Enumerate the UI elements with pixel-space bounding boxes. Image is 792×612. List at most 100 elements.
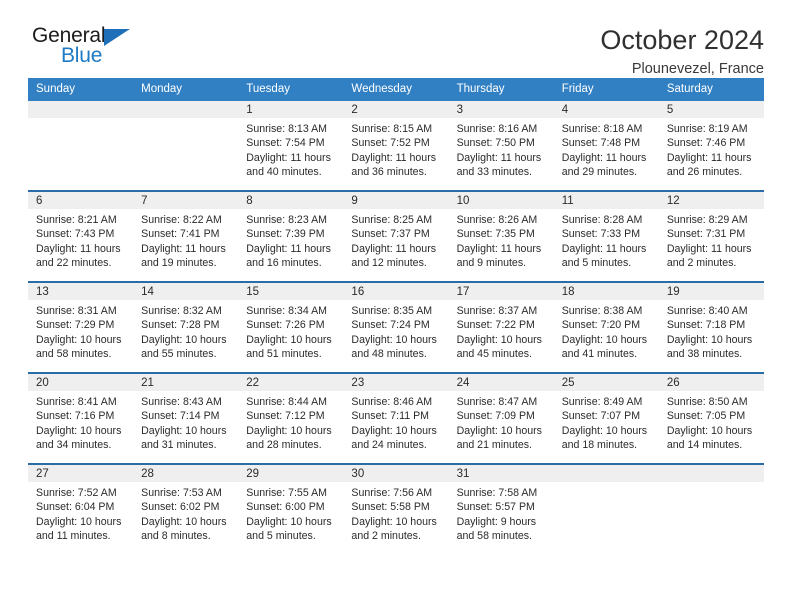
- calendar-day-cell[interactable]: 29 Sunrise: 7:55 AM Sunset: 6:00 PM Dayligh…: [238, 465, 344, 554]
- calendar-day-cell[interactable]: 3 Sunrise: 8:16 AM Sunset: 7:50 PM Daylight…: [448, 101, 554, 190]
- day-info-line: Sunrise: 7:52 AM: [36, 487, 117, 499]
- calendar-day-cell[interactable]: 12 Sunrise: 8:29 AM Sunset: 7:31 PM Dayligh…: [658, 192, 764, 281]
- day-info-line: Sunrise: 7:56 AM: [351, 487, 433, 499]
- day-info-line: Sunrise: 8:22 AM: [141, 214, 222, 226]
- calendar-day-cell[interactable]: 30 Sunrise: 7:56 AM Sunset: 5:58 PM Dayligh…: [343, 465, 449, 554]
- calendar-day-cell[interactable]: 16 Sunrise: 8:35 AM Sunset: 7:24 PM Dayligh…: [343, 283, 449, 372]
- day-number: 24: [448, 374, 554, 391]
- calendar-day-cell[interactable]: 19 Sunrise: 8:40 AM Sunset: 7:18 PM Dayligh…: [658, 283, 764, 372]
- day-info-line: Daylight: 11 hours: [456, 151, 542, 164]
- day-sun-info: Sunrise: 8:34 AM Sunset: 7:26 PM Daylight:…: [238, 300, 343, 362]
- day-info-line: Sunset: 7:05 PM: [666, 410, 746, 423]
- calendar-day-cell[interactable]: 2 Sunrise: 8:15 AM Sunset: 7:52 PM Daylight…: [343, 101, 449, 190]
- day-info-line: Daylight: 10 hours: [666, 424, 753, 437]
- calendar-day-cell[interactable]: 27 Sunrise: 7:52 AM Sunset: 6:04 PM Dayligh…: [28, 465, 134, 554]
- calendar-day-cell[interactable]: 21 Sunrise: 8:43 AM Sunset: 7:14 PM Dayligh…: [133, 374, 239, 463]
- calendar-day-cell[interactable]: 6 Sunrise: 8:21 AM Sunset: 7:43 PM Daylight…: [28, 192, 134, 281]
- location-subtitle: Plounevezel, France: [631, 61, 764, 78]
- day-sun-info: Sunrise: 7:55 AM Sunset: 6:00 PM Daylight:…: [238, 482, 343, 544]
- day-sun-info: Sunrise: 7:52 AM Sunset: 6:04 PM Daylight:…: [28, 482, 133, 544]
- day-info-line: Sunset: 5:57 PM: [456, 501, 535, 514]
- day-info-line: Daylight: 10 hours: [351, 515, 437, 528]
- day-number: 12: [658, 192, 764, 209]
- calendar-day-cell[interactable]: 28 Sunrise: 7:53 AM Sunset: 6:02 PM Dayligh…: [133, 465, 239, 554]
- day-info-line: Daylight: 11 hours: [246, 151, 331, 164]
- day-info-line: Daylight: 10 hours: [351, 424, 437, 437]
- calendar-day-cell[interactable]: 23 Sunrise: 8:46 AM Sunset: 7:11 PM Dayligh…: [343, 374, 449, 463]
- calendar-day-cell[interactable]: 17 Sunrise: 8:37 AM Sunset: 7:22 PM Dayligh…: [448, 283, 554, 372]
- calendar-day-cell[interactable]: 11 Sunrise: 8:28 AM Sunset: 7:33 PM Dayligh…: [553, 192, 659, 281]
- calendar-day-cell[interactable]: 8 Sunrise: 8:23 AM Sunset: 7:39 PM Daylight…: [238, 192, 344, 281]
- day-info-line: Sunset: 6:04 PM: [36, 501, 115, 514]
- day-info-line: Daylight: 10 hours: [36, 424, 122, 437]
- day-info-line: and 12 minutes.: [351, 257, 427, 270]
- calendar-day-cell[interactable]: 14 Sunrise: 8:32 AM Sunset: 7:28 PM Dayligh…: [133, 283, 239, 372]
- day-info-line: Sunset: 7:18 PM: [666, 319, 746, 332]
- day-sun-info: Sunrise: 8:19 AM Sunset: 7:46 PM Daylight:…: [659, 118, 764, 180]
- day-number: 11: [553, 192, 659, 209]
- day-info-line: Sunset: 7:28 PM: [141, 319, 220, 332]
- day-info-line: and 28 minutes.: [246, 439, 322, 452]
- day-info-line: and 11 minutes.: [36, 530, 111, 543]
- day-info-line: and 33 minutes.: [456, 166, 532, 179]
- day-info-line: Daylight: 10 hours: [351, 333, 437, 346]
- calendar-day-cell[interactable]: 4 Sunrise: 8:18 AM Sunset: 7:48 PM Daylight…: [553, 101, 659, 190]
- day-info-line: Sunrise: 8:13 AM: [246, 123, 327, 135]
- day-info-line: Sunrise: 8:31 AM: [36, 305, 117, 317]
- day-sun-info: Sunrise: 8:38 AM Sunset: 7:20 PM Daylight:…: [554, 300, 659, 362]
- calendar-day-cell[interactable]: 10 Sunrise: 8:26 AM Sunset: 7:35 PM Dayligh…: [448, 192, 554, 281]
- day-info-line: Daylight: 10 hours: [456, 424, 542, 437]
- day-sun-info: Sunrise: 8:46 AM Sunset: 7:11 PM Daylight:…: [343, 391, 448, 453]
- day-sun-info: Sunrise: 8:21 AM Sunset: 7:43 PM Daylight:…: [28, 209, 133, 271]
- day-info-line: Sunset: 6:00 PM: [246, 501, 325, 514]
- page-header: General Blue October 2024 Plounevezel, F…: [28, 0, 764, 78]
- day-info-line: Sunrise: 8:25 AM: [351, 214, 433, 226]
- day-info-line: Sunset: 5:58 PM: [351, 501, 430, 514]
- calendar-day-cell[interactable]: 5 Sunrise: 8:19 AM Sunset: 7:46 PM Daylight…: [658, 101, 764, 190]
- day-info-line: Sunrise: 8:46 AM: [351, 396, 433, 408]
- day-sun-info: Sunrise: 7:53 AM Sunset: 6:02 PM Daylight:…: [133, 482, 238, 544]
- calendar-day-cell[interactable]: 26 Sunrise: 8:50 AM Sunset: 7:05 PM Dayligh…: [658, 374, 764, 463]
- day-number: 15: [238, 283, 344, 300]
- title-block: October 2024 Plounevezel, France: [600, 24, 764, 78]
- calendar-day-cell[interactable]: 7 Sunrise: 8:22 AM Sunset: 7:41 PM Daylight…: [133, 192, 239, 281]
- day-sun-info: Sunrise: 8:35 AM Sunset: 7:24 PM Daylight:…: [343, 300, 448, 362]
- day-info-line: and 2 minutes.: [666, 257, 737, 270]
- day-number: 29: [238, 465, 344, 482]
- day-info-line: Sunrise: 8:47 AM: [456, 396, 538, 408]
- day-info-line: Sunrise: 8:26 AM: [456, 214, 538, 226]
- day-info-line: Sunrise: 8:37 AM: [456, 305, 538, 317]
- calendar-day-cell[interactable]: 9 Sunrise: 8:25 AM Sunset: 7:37 PM Daylight…: [343, 192, 449, 281]
- day-info-line: Sunrise: 8:34 AM: [246, 305, 327, 317]
- day-sun-info: [554, 482, 659, 486]
- calendar-day-cell[interactable]: 18 Sunrise: 8:38 AM Sunset: 7:20 PM Dayligh…: [553, 283, 659, 372]
- day-info-line: and 24 minutes.: [351, 439, 427, 452]
- day-number: 5: [658, 101, 764, 118]
- calendar-day-cell[interactable]: 15 Sunrise: 8:34 AM Sunset: 7:26 PM Dayligh…: [238, 283, 344, 372]
- day-sun-info: Sunrise: 8:26 AM Sunset: 7:35 PM Daylight:…: [449, 209, 554, 271]
- day-number: 23: [343, 374, 449, 391]
- calendar-day-cell-empty: [28, 101, 134, 190]
- day-info-line: and 29 minutes.: [561, 166, 638, 179]
- calendar-day-cell[interactable]: 13 Sunrise: 8:31 AM Sunset: 7:29 PM Dayligh…: [28, 283, 134, 372]
- day-sun-info: Sunrise: 8:28 AM Sunset: 7:33 PM Daylight:…: [554, 209, 659, 271]
- day-info-line: Sunset: 7:46 PM: [666, 137, 746, 150]
- day-info-line: Sunrise: 8:50 AM: [666, 396, 748, 408]
- day-info-line: Sunset: 7:22 PM: [456, 319, 535, 332]
- calendar-day-cell[interactable]: 31 Sunrise: 7:58 AM Sunset: 5:57 PM Dayligh…: [448, 465, 554, 554]
- day-info-line: Sunset: 7:31 PM: [666, 228, 746, 241]
- calendar-day-cell[interactable]: 25 Sunrise: 8:49 AM Sunset: 7:07 PM Dayligh…: [553, 374, 659, 463]
- calendar-day-cell[interactable]: 1 Sunrise: 8:13 AM Sunset: 7:54 PM Daylight…: [238, 101, 344, 190]
- day-info-line: Sunset: 7:09 PM: [456, 410, 535, 423]
- calendar-day-cell[interactable]: 20 Sunrise: 8:41 AM Sunset: 7:16 PM Dayligh…: [28, 374, 134, 463]
- day-number: 20: [28, 374, 134, 391]
- day-info-line: Daylight: 10 hours: [561, 424, 648, 437]
- weekday-header-friday: Friday: [553, 78, 659, 101]
- day-info-line: and 5 minutes.: [561, 257, 632, 270]
- day-info-line: Daylight: 10 hours: [36, 515, 122, 528]
- day-info-line: Daylight: 11 hours: [561, 151, 647, 164]
- day-sun-info: Sunrise: 8:15 AM Sunset: 7:52 PM Daylight:…: [343, 118, 448, 180]
- calendar-day-cell[interactable]: 22 Sunrise: 8:44 AM Sunset: 7:12 PM Dayligh…: [238, 374, 344, 463]
- calendar-day-cell-empty: [658, 465, 764, 554]
- calendar-day-cell[interactable]: 24 Sunrise: 8:47 AM Sunset: 7:09 PM Dayligh…: [448, 374, 554, 463]
